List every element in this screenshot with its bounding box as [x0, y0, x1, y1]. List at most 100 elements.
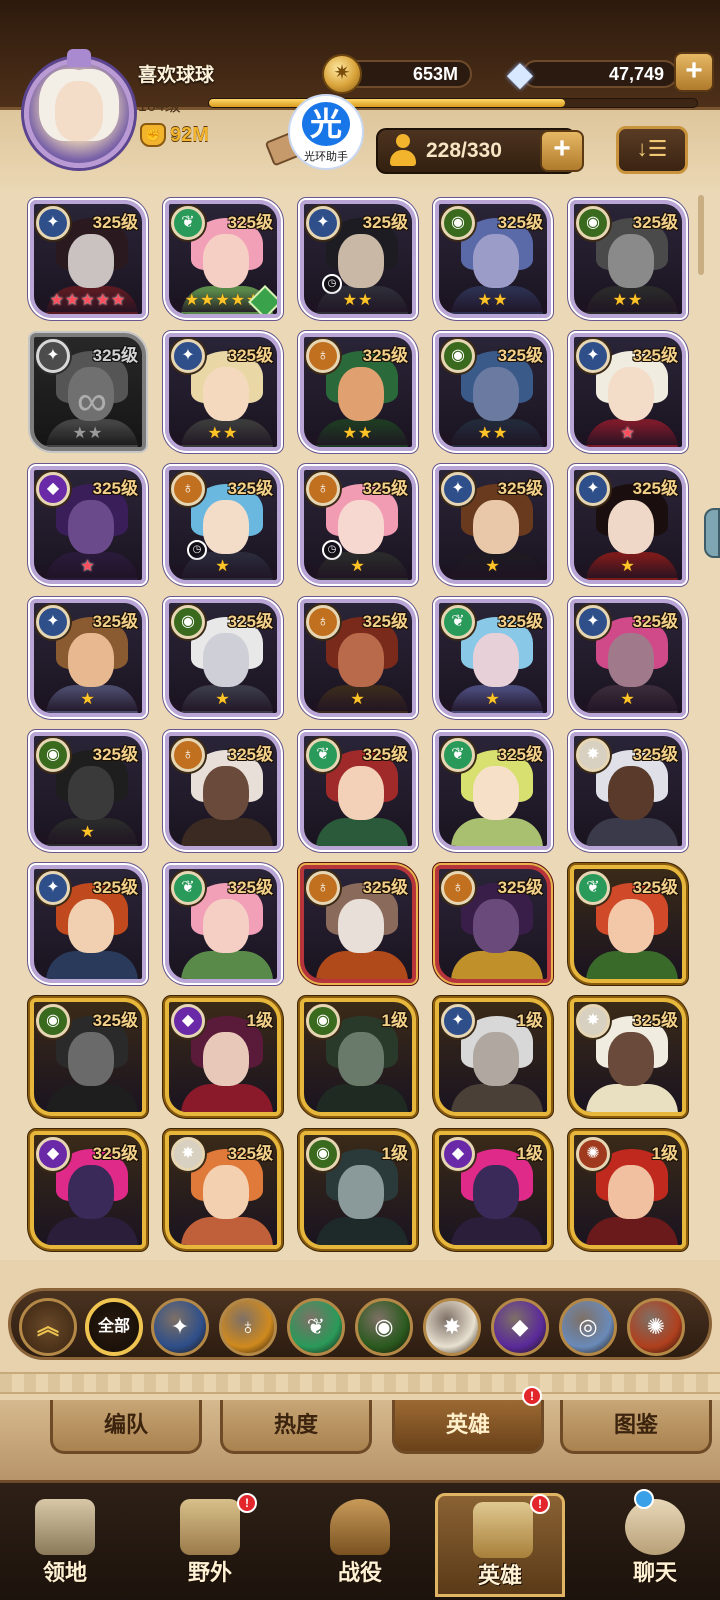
map-scroll-icon: [180, 1499, 240, 1555]
add-diamonds-button[interactable]: +: [674, 52, 714, 92]
castle-icon: [35, 1499, 95, 1555]
maulers-faction-icon: ♁: [171, 472, 205, 506]
hero-card[interactable]: ◆ 325级: [30, 1131, 146, 1249]
filter-all-button[interactable]: 全部: [85, 1298, 143, 1356]
hero-card[interactable]: ✦ 325级 ◷ ★★: [300, 200, 416, 318]
wilder-faction-icon: ❦: [576, 871, 610, 905]
nav-heroes[interactable]: 英雄 !: [435, 1493, 565, 1597]
hero-stars: ★★: [169, 423, 277, 445]
hero-card[interactable]: ✦ 325级 ∞ ★★: [30, 333, 146, 451]
hero-level: 325级: [632, 878, 678, 897]
hero-card[interactable]: ◉ 1级: [300, 998, 416, 1116]
hero-card[interactable]: ✦ 325级 ★: [570, 599, 686, 717]
hero-card[interactable]: ✦ 1级: [435, 998, 551, 1116]
hero-card[interactable]: ◉ 325级 ★★: [435, 200, 551, 318]
collapse-filter-button[interactable]: ︽: [19, 1298, 77, 1356]
hero-card[interactable]: ✦ 325级 ★: [30, 599, 146, 717]
nav-campaign[interactable]: 战役: [295, 1493, 425, 1597]
graveborn-filter-icon[interactable]: ◉: [355, 1298, 413, 1356]
hero-card[interactable]: ✸ 325级: [570, 732, 686, 850]
hero-level: 325级: [362, 213, 408, 232]
hero-card[interactable]: ✦ 325级 ★: [570, 466, 686, 584]
diamond-amount: 47,749: [522, 60, 678, 88]
tab-popularity[interactable]: 热度: [220, 1400, 372, 1454]
maulers-faction-icon: ♁: [171, 738, 205, 772]
hero-card[interactable]: ❦ 325级: [165, 865, 281, 983]
hero-tabs: 编队 热度 英雄 ! 图鉴: [0, 1386, 720, 1480]
maulers-filter-icon[interactable]: ♁: [219, 1298, 277, 1356]
hero-level: 325级: [632, 479, 678, 498]
avatar-portrait: [55, 81, 103, 141]
side-pull-tab[interactable]: [704, 508, 720, 558]
lightbearer-filter-icon[interactable]: ✦: [151, 1298, 209, 1356]
hero-card[interactable]: ◉ 325级 ★★: [570, 200, 686, 318]
hero-card[interactable]: ♁ 325级: [165, 732, 281, 850]
hero-card[interactable]: ✦ 325级 ★: [570, 333, 686, 451]
hero-card[interactable]: ◉ 325级: [30, 998, 146, 1116]
wilder-faction-icon: ❦: [441, 605, 475, 639]
nav-territory[interactable]: 领地: [0, 1493, 130, 1597]
hero-card[interactable]: ◉ 325级 ★: [165, 599, 281, 717]
hypogean-red-filter-icon[interactable]: ✺: [627, 1298, 685, 1356]
hero-card[interactable]: ✦ 325级 ★★: [165, 333, 281, 451]
scrollbar[interactable]: [698, 195, 704, 275]
dimensional-filter-icon[interactable]: ◎: [559, 1298, 617, 1356]
hero-card[interactable]: ✦ 325级 ★★★★★: [30, 200, 146, 318]
hero-card[interactable]: ❦ 325级 ★: [435, 599, 551, 717]
nav-chat[interactable]: 聊天: [590, 1489, 720, 1597]
hero-card[interactable]: ◉ 325级 ★★: [435, 333, 551, 451]
lightbearer-faction-icon: ✦: [306, 206, 340, 240]
hero-card[interactable]: ❦ 325级: [435, 732, 551, 850]
person-icon: [388, 134, 418, 168]
hero-capacity: 228/330 +: [376, 128, 584, 174]
hero-card[interactable]: ♁ 325级: [300, 865, 416, 983]
hero-card[interactable]: ❦ 325级 ★★★★★: [165, 200, 281, 318]
hero-card[interactable]: ✺ 1级: [570, 1131, 686, 1249]
hero-card[interactable]: ✦ 325级: [30, 865, 146, 983]
nav-wilderness[interactable]: 野外 !: [145, 1493, 275, 1597]
hero-card[interactable]: ✸ 325级: [570, 998, 686, 1116]
expand-capacity-button[interactable]: +: [540, 130, 584, 172]
lightbearer-faction-icon: ✦: [441, 1004, 475, 1038]
hero-card[interactable]: ❦ 325级: [570, 865, 686, 983]
hypogean-faction-icon: ◆: [441, 1137, 475, 1171]
dimensional-faction-icon: ✺: [576, 1137, 610, 1171]
hypogean-filter-icon[interactable]: ◆: [491, 1298, 549, 1356]
hero-card[interactable]: ◆ 1级: [435, 1131, 551, 1249]
helper-label: 光环助手: [304, 151, 348, 163]
hero-level: 325级: [632, 612, 678, 631]
hero-card[interactable]: ✦ 325级 ★: [435, 466, 551, 584]
player-avatar[interactable]: [24, 49, 134, 168]
tab-codex[interactable]: 图鉴: [560, 1400, 712, 1454]
nav-wilderness-label: 野外: [187, 1560, 232, 1585]
wilder-filter-icon[interactable]: ❦: [287, 1298, 345, 1356]
hero-level: 325级: [497, 745, 543, 764]
hero-card[interactable]: ❦ 325级: [300, 732, 416, 850]
hero-card[interactable]: ◉ 1级: [300, 1131, 416, 1249]
hero-card[interactable]: ♁ 325级 ★★: [300, 333, 416, 451]
hero-card[interactable]: ◉ 325级 ★: [30, 732, 146, 850]
hero-stars: ★: [34, 556, 142, 578]
chain-link-icon: ∞: [77, 377, 107, 424]
lightbearer-faction-icon: ✦: [576, 472, 610, 506]
hero-card[interactable]: ♁ 325级 ◷ ★: [165, 466, 281, 584]
helper-overlay-badge[interactable]: 光 光环助手: [288, 94, 364, 170]
hero-card[interactable]: ♁ 325级 ◷ ★: [300, 466, 416, 584]
hero-card[interactable]: ◆ 325级 ★: [30, 466, 146, 584]
hero-stars: ★: [34, 822, 142, 844]
hero-card[interactable]: ♁ 325级: [435, 865, 551, 983]
hero-level: 325级: [92, 213, 138, 232]
hero-stars: ★★: [574, 290, 682, 312]
lightbearer-faction-icon: ✦: [36, 339, 70, 373]
hero-card[interactable]: ♁ 325级 ★: [300, 599, 416, 717]
hero-stars: ★: [574, 556, 682, 578]
celestial-filter-icon[interactable]: ✸: [423, 1298, 481, 1356]
tab-formation[interactable]: 编队: [50, 1400, 202, 1454]
hero-card[interactable]: ✸ 325级: [165, 1131, 281, 1249]
hero-level: 325级: [92, 1144, 138, 1163]
tab-heroes[interactable]: 英雄: [392, 1400, 544, 1454]
sort-button[interactable]: ↓☰: [616, 126, 688, 174]
hero-card[interactable]: ◆ 1级: [165, 998, 281, 1116]
lightbearer-faction-icon: ✦: [36, 871, 70, 905]
hero-level: 325级: [227, 213, 273, 232]
